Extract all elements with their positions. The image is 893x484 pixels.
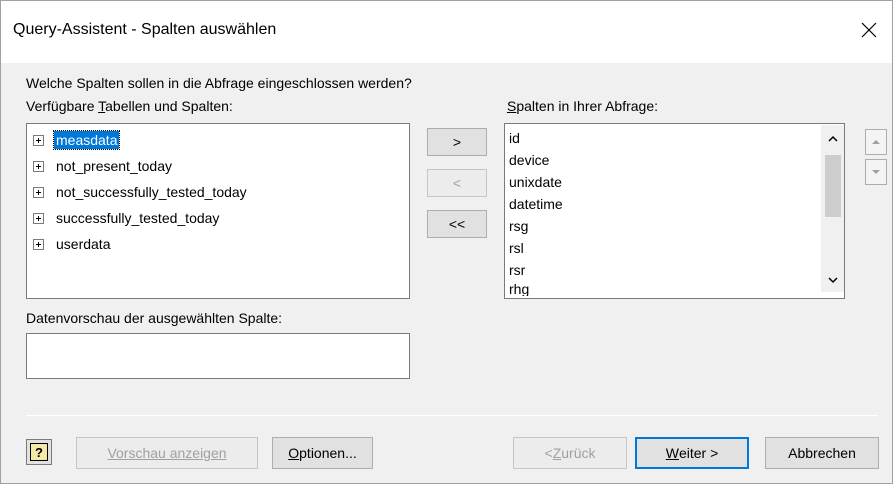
- available-tables-label: Verfügbare Tabellen und Spalten:: [26, 98, 233, 114]
- tree-item-label: userdata: [56, 236, 111, 252]
- tree-item-userdata[interactable]: userdata: [33, 234, 112, 254]
- tree-item-label: not_successfully_tested_today: [56, 184, 247, 200]
- tree-item-label: measdata: [52, 130, 121, 150]
- window-title: Query-Assistent - Spalten auswählen: [13, 21, 277, 38]
- triangle-up-icon: [872, 140, 880, 144]
- add-column-button[interactable]: >: [427, 128, 487, 156]
- query-columns-label: Spalten in Ihrer Abfrage:: [507, 98, 658, 114]
- close-button[interactable]: [852, 15, 886, 45]
- list-item[interactable]: rhg: [509, 282, 529, 296]
- expand-plus-icon[interactable]: [33, 160, 44, 172]
- tree-item-not-present-today[interactable]: not_present_today: [33, 156, 174, 176]
- options-button[interactable]: Optionen...: [272, 437, 373, 469]
- list-item[interactable]: unixdate: [509, 172, 562, 192]
- chevron-up-icon: [827, 135, 838, 142]
- expand-plus-icon[interactable]: [33, 134, 44, 146]
- query-wizard-dialog: Query-Assistent - Spalten auswählen Welc…: [0, 0, 893, 484]
- expand-plus-icon[interactable]: [33, 212, 44, 224]
- list-item[interactable]: rsr: [509, 260, 525, 280]
- tree-item-successfully-tested-today[interactable]: successfully_tested_today: [33, 208, 221, 228]
- footer-divider: [26, 415, 878, 416]
- list-item[interactable]: rsl: [509, 238, 524, 258]
- tree-item-label: successfully_tested_today: [56, 210, 220, 226]
- prompt-label: Welche Spalten sollen in die Abfrage ein…: [26, 75, 412, 91]
- list-item[interactable]: rsg: [509, 216, 528, 236]
- cancel-button[interactable]: Abbrechen: [765, 437, 879, 469]
- tree-item-measdata[interactable]: measdata: [33, 130, 121, 150]
- title-bar: Query-Assistent - Spalten auswählen: [1, 1, 892, 63]
- triangle-down-icon: [872, 170, 880, 174]
- chevron-down-icon: [827, 276, 838, 283]
- next-button[interactable]: Weiter >: [635, 437, 749, 469]
- data-preview-field: [26, 333, 410, 379]
- list-item[interactable]: datetime: [509, 194, 563, 214]
- scroll-thumb[interactable]: [825, 155, 841, 217]
- remove-column-button[interactable]: <: [427, 169, 487, 197]
- tree-item-not-successfully-tested-today[interactable]: not_successfully_tested_today: [33, 182, 249, 202]
- query-columns-scrollbar[interactable]: [821, 125, 844, 292]
- expand-plus-icon[interactable]: [33, 186, 44, 198]
- available-tables-list[interactable]: measdata not_present_today not_successfu…: [26, 123, 410, 299]
- close-icon: [861, 22, 877, 38]
- tree-item-label: not_present_today: [56, 158, 172, 174]
- move-column-up-button[interactable]: [865, 129, 887, 155]
- back-button[interactable]: < Zurück: [513, 437, 627, 469]
- expand-plus-icon[interactable]: [33, 238, 44, 250]
- query-columns-list[interactable]: id device unixdate datetime rsg rsl rsr …: [504, 123, 845, 299]
- move-column-down-button[interactable]: [865, 159, 887, 185]
- preview-button[interactable]: Vorschau anzeigen: [76, 437, 258, 469]
- data-preview-label: Datenvorschau der ausgewählten Spalte:: [26, 310, 283, 326]
- scroll-down-button[interactable]: [821, 269, 844, 291]
- scroll-up-button[interactable]: [821, 127, 844, 149]
- list-item[interactable]: id: [509, 128, 520, 148]
- list-item[interactable]: device: [509, 150, 549, 170]
- help-button[interactable]: ?: [26, 439, 52, 465]
- remove-all-columns-button[interactable]: <<: [427, 210, 487, 238]
- help-icon: ?: [30, 443, 48, 461]
